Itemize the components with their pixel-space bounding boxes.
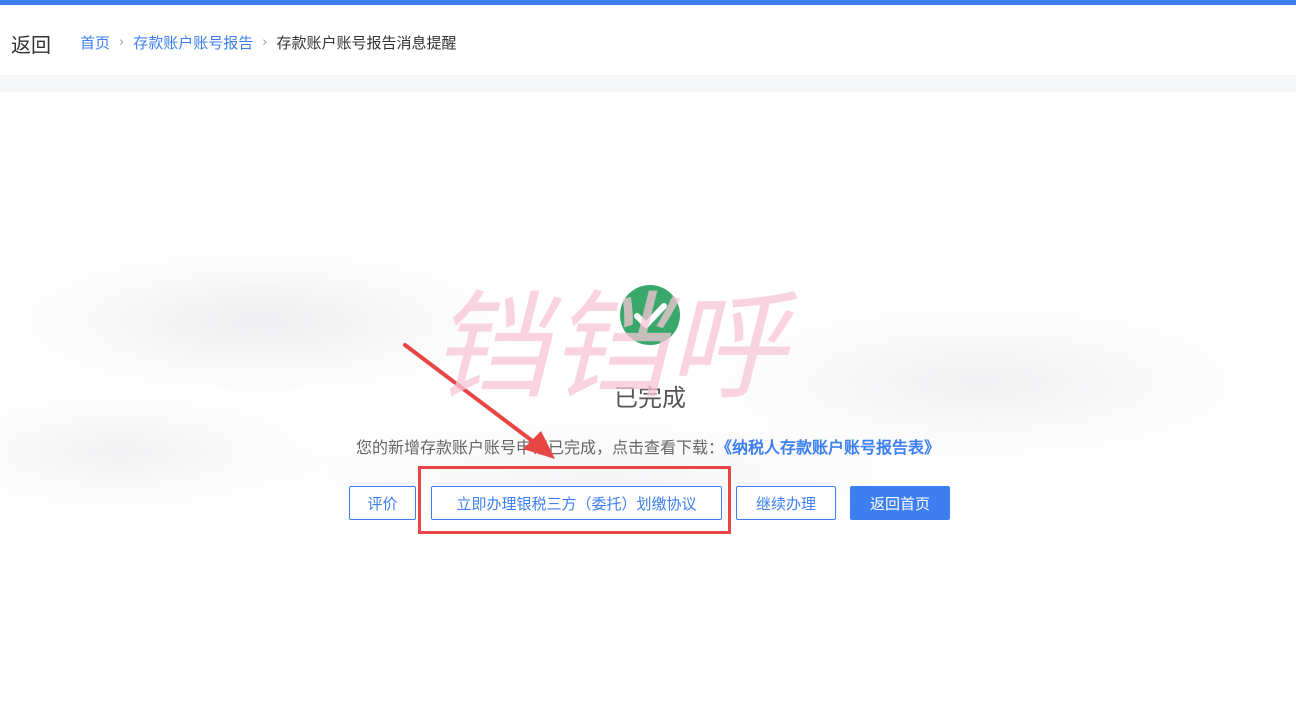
breadcrumb-separator: ›	[119, 35, 125, 50]
breadcrumb-separator: ›	[262, 35, 268, 50]
return-home-button[interactable]: 返回首页	[850, 486, 950, 520]
rate-button[interactable]: 评价	[349, 486, 416, 520]
breadcrumb: 首页 › 存款账户账号报告 › 存款账户账号报告消息提醒	[80, 32, 456, 53]
page-header: 返回 首页 › 存款账户账号报告 › 存款账户账号报告消息提醒	[0, 5, 1296, 75]
back-button[interactable]: 返回	[11, 29, 51, 58]
result-panel: 已完成 您的新增存款账户账号申请已完成，点击查看下载：《纳税人存款账户账号报告表…	[0, 92, 1296, 725]
highlight-annotation-box	[418, 466, 731, 534]
report-download-link[interactable]: 《纳税人存款账户账号报告表》	[724, 438, 940, 457]
breadcrumb-parent-link[interactable]: 存款账户账号报告	[133, 32, 253, 53]
header-divider	[0, 75, 1296, 92]
breadcrumb-home-link[interactable]: 首页	[80, 32, 110, 53]
status-title: 已完成	[614, 384, 686, 412]
check-circle-icon	[620, 285, 680, 345]
result-message: 您的新增存款账户账号申请已完成，点击查看下载：《纳税人存款账户账号报告表》	[0, 434, 1296, 458]
continue-button[interactable]: 继续办理	[736, 486, 836, 520]
breadcrumb-current: 存款账户账号报告消息提醒	[276, 34, 457, 52]
annotation-arrow-icon	[403, 343, 555, 459]
